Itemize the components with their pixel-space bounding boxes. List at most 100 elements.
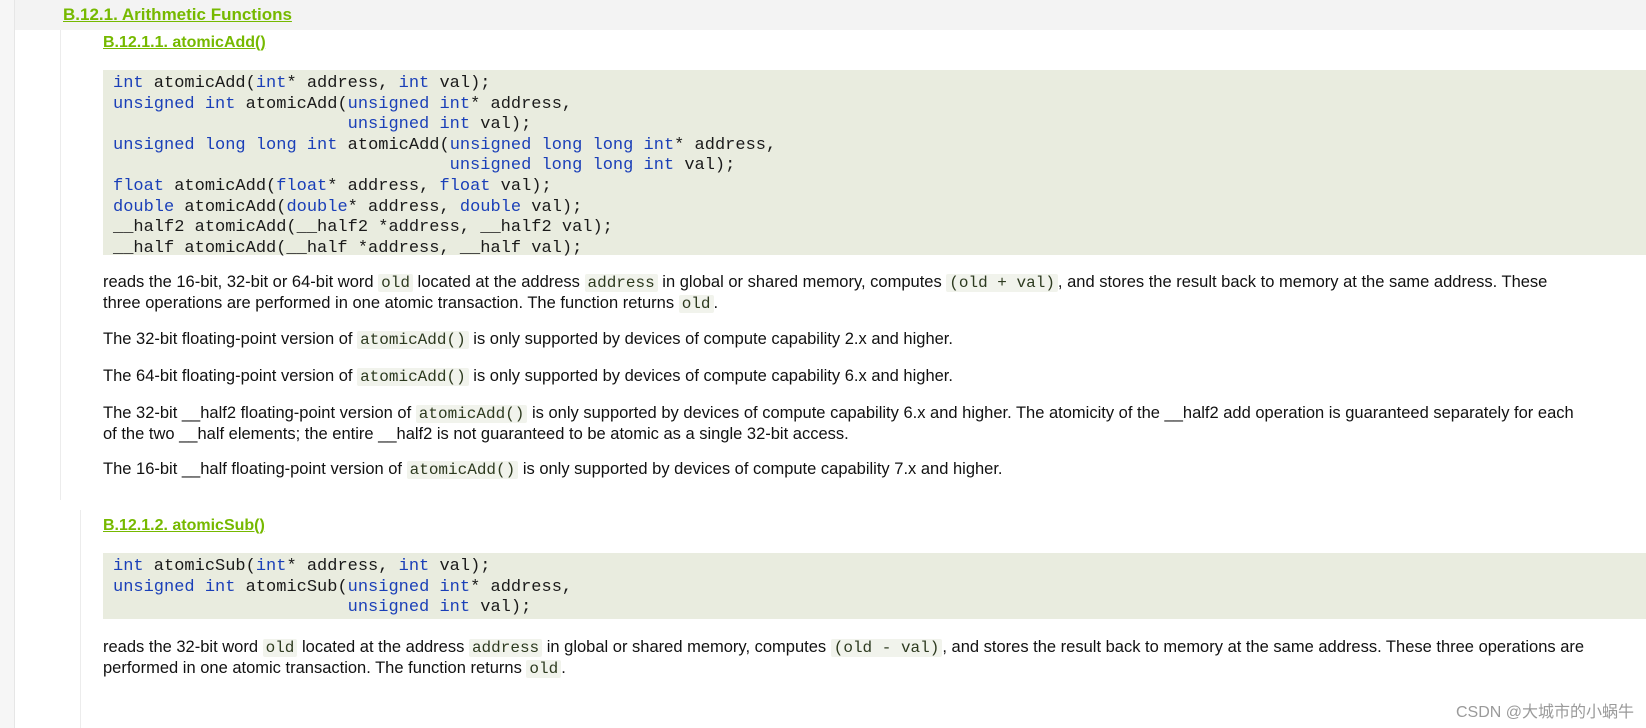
code-keyword: unsigned <box>113 94 195 114</box>
code-text: __half atomicAdd(__half *address, __half… <box>113 238 583 258</box>
code-line: double atomicAdd(double* address, double… <box>113 198 1646 219</box>
section-heading-link[interactable]: B.12.1. Arithmetic Functions <box>63 5 292 25</box>
code-line: int atomicSub(int* address, int val); <box>113 557 1646 578</box>
paragraph-line: performed in one atomic transaction. The… <box>103 658 1646 679</box>
paragraph-text: , and stores the result back to memory a… <box>1057 273 1548 291</box>
atomicsub-code-lines: int atomicSub(int* address, int val); uns… <box>113 557 1646 619</box>
code-text: __half2 atomicAdd(__half2 *address, __ha… <box>113 218 613 238</box>
code-keyword: long <box>541 135 583 155</box>
code-text: * address, <box>347 197 460 217</box>
inline-code: atomicAdd() <box>357 331 469 349</box>
paragraph-text: . <box>713 294 719 312</box>
paragraph-text: located at the address <box>297 638 469 656</box>
code-text: atomicAdd( <box>143 74 256 93</box>
code-keyword: unsigned <box>347 94 430 114</box>
paragraph-text: The 32-bit __half2 floating-point versio… <box>103 404 416 422</box>
paragraph-text: The 32-bit floating-point version of <box>103 330 358 348</box>
paragraph-line: The 32-bit floating-point version of ato… <box>103 329 1646 350</box>
code-keyword: unsigned <box>113 577 195 597</box>
code-keyword: double <box>459 197 522 217</box>
code-text: val); <box>490 176 552 196</box>
paragraph-text: , and stores the result back to memory a… <box>942 638 1585 656</box>
code-keyword: int <box>113 557 144 576</box>
code-keyword: unsigned <box>347 577 430 597</box>
code-text: val); <box>470 598 532 618</box>
code-keyword: int <box>439 598 471 618</box>
paragraph-line: reads the 32-bit word old located at the… <box>103 637 1646 658</box>
paragraph-text: of the two __half elements; the entire _… <box>103 425 849 443</box>
code-keyword: int <box>306 135 338 155</box>
code-keyword: long <box>204 135 246 155</box>
atomicsub-code-block: int atomicSub(int* address, int val); uns… <box>103 553 1646 619</box>
paragraph-line: of the two __half elements; the entire _… <box>103 424 1646 444</box>
code-text: atomicAdd( <box>235 94 348 114</box>
code-line: __half2 atomicAdd(__half2 *address, __ha… <box>113 218 1646 239</box>
code-line: unsigned int atomicSub(unsigned int* add… <box>113 578 1646 599</box>
code-keyword: unsigned <box>449 135 532 155</box>
paragraph-text: reads the 16-bit, 32-bit or 64-bit word <box>103 273 379 291</box>
code-keyword: int <box>204 94 236 114</box>
code-keyword: int <box>398 74 430 93</box>
paragraph-line: three operations are performed in one at… <box>103 293 1646 314</box>
code-text: val); <box>429 74 491 93</box>
paragraph-line: The 64-bit floating-point version of ato… <box>103 366 1646 387</box>
code-keyword: int <box>439 94 471 114</box>
atomicadd-float32-note: The 32-bit floating-point version of ato… <box>103 329 1646 350</box>
paragraph-line: The 32-bit __half2 floating-point versio… <box>103 403 1646 424</box>
paragraph-line: The 16-bit __half floating-point version… <box>103 459 1646 480</box>
code-text: * address, <box>674 135 777 155</box>
code-keyword: int <box>643 156 675 176</box>
code-keyword: long <box>541 156 583 176</box>
left-rail <box>0 0 15 728</box>
code-keyword: unsigned <box>449 156 532 176</box>
code-line: unsigned long long int atomicAdd(unsigne… <box>113 136 1646 157</box>
inline-code: old <box>378 274 413 292</box>
paragraph-text: is only supported by devices of compute … <box>468 330 953 348</box>
atomicadd-code-block: int atomicAdd(int* address, int val); uns… <box>103 70 1646 258</box>
code-keyword: unsigned <box>347 115 430 135</box>
paragraph-text: is only supported by devices of compute … <box>527 404 1574 422</box>
atomicsub-heading-link[interactable]: B.12.1.2. atomicSub() <box>103 517 265 535</box>
code-keyword: int <box>255 74 287 93</box>
code-keyword: float <box>276 176 328 196</box>
code-keyword: long <box>255 135 297 155</box>
inline-code: atomicAdd() <box>415 405 528 423</box>
code-keyword: long <box>592 156 634 176</box>
code-text: * address, <box>286 74 399 93</box>
paragraph-text: The 16-bit __half floating-point version… <box>103 460 407 478</box>
code-line: float atomicAdd(float* address, float va… <box>113 177 1646 198</box>
code-line: __half atomicAdd(__half *address, __half… <box>113 239 1646 260</box>
inline-code: old <box>526 660 562 678</box>
code-keyword: int <box>643 135 675 155</box>
code-keyword: double <box>286 197 348 217</box>
paragraph-line: reads the 16-bit, 32-bit or 64-bit word … <box>103 272 1646 293</box>
atomicadd-heading-link[interactable]: B.12.1.1. atomicAdd() <box>103 34 266 52</box>
atomicadd-half2-note: The 32-bit __half2 floating-point versio… <box>103 403 1646 444</box>
atomicadd-half-note: The 16-bit __half floating-point version… <box>103 459 1646 480</box>
paragraph-text: performed in one atomic transaction. The… <box>103 659 527 677</box>
inline-code: atomicAdd() <box>357 368 469 386</box>
code-keyword: int <box>113 74 144 93</box>
paragraph-text: in global or shared memory, computes <box>542 638 831 656</box>
code-keyword: unsigned <box>347 598 430 618</box>
code-keyword: int <box>398 557 430 576</box>
code-line: unsigned int val); <box>113 115 1646 136</box>
code-text: atomicAdd( <box>164 176 277 196</box>
code-keyword: int <box>204 577 236 597</box>
code-keyword: int <box>439 115 471 135</box>
atomicsub-description: reads the 32-bit word old located at the… <box>103 637 1646 679</box>
paragraph-text: in global or shared memory, computes <box>657 273 947 291</box>
code-keyword: int <box>255 557 287 576</box>
code-text: val); <box>674 156 736 176</box>
code-keyword: float <box>439 176 491 196</box>
code-text: * address, <box>470 577 573 597</box>
